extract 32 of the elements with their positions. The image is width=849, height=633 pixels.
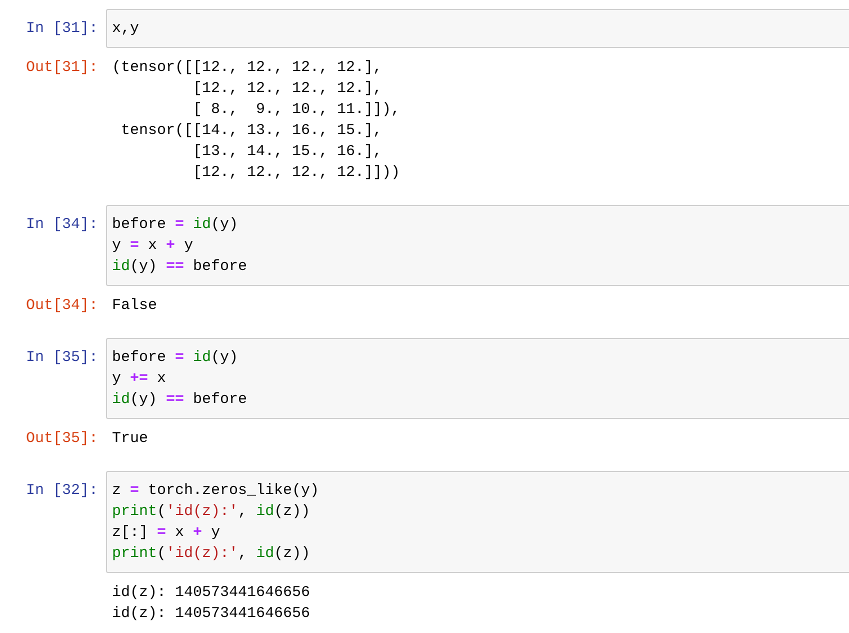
output-line: (tensor([[12., 12., 12., 12.], bbox=[112, 58, 382, 78]
code-line: y = x + y bbox=[112, 236, 194, 256]
input-prompt: In [31]: bbox=[24, 19, 99, 39]
input-prompt: In [32]: bbox=[24, 481, 99, 501]
output-prompt: Out[34]: bbox=[26, 297, 98, 314]
code-line: id(y) == before bbox=[112, 390, 248, 410]
output-line: [12., 12., 12., 12.], bbox=[192, 79, 382, 99]
code-input-area[interactable]: z = torch.zeros_like(y) print('id(z):', id(z)) z[:] = x + y print('id(z):', id(z)) bbox=[106, 471, 849, 573]
output-line: False bbox=[112, 296, 158, 316]
output-line: id(z): 140573441646656 bbox=[112, 604, 310, 624]
input-prompt: In [34]: bbox=[24, 215, 99, 235]
output-line: [13., 14., 15., 16.], bbox=[192, 142, 382, 162]
code-line: x,y bbox=[112, 19, 140, 39]
code-line: before = id(y) bbox=[112, 348, 238, 368]
code-input-area[interactable]: x,y bbox=[106, 9, 849, 48]
code-line: z = torch.zeros_like(y) bbox=[112, 481, 320, 501]
output-line: [ 8., 9., 10., 11.]]), bbox=[192, 100, 400, 120]
input-prompt: In [35]: bbox=[24, 348, 99, 368]
output-line: [12., 12., 12., 12.]])) bbox=[192, 163, 400, 183]
output-line: id(z): 140573441646656 bbox=[112, 583, 310, 603]
output-prompt: Out[31]: bbox=[26, 59, 98, 76]
code-line: before = id(y) bbox=[112, 215, 238, 235]
code-line: id(y) == before bbox=[112, 257, 248, 277]
code-line: print('id(z):', id(z)) bbox=[112, 502, 310, 522]
code-line: z[:] = x + y bbox=[112, 523, 220, 543]
code-input-area[interactable]: before = id(y) y = x + y id(y) == before bbox=[106, 205, 849, 286]
code-input-area[interactable]: before = id(y) y += x id(y) == before bbox=[106, 338, 849, 419]
code-line: y += x bbox=[112, 369, 166, 389]
output-line: True bbox=[112, 429, 148, 449]
code-line: print('id(z):', id(z)) bbox=[112, 544, 310, 564]
output-line: tensor([[14., 13., 16., 15.], bbox=[120, 121, 382, 141]
output-prompt: Out[35]: bbox=[26, 430, 98, 447]
